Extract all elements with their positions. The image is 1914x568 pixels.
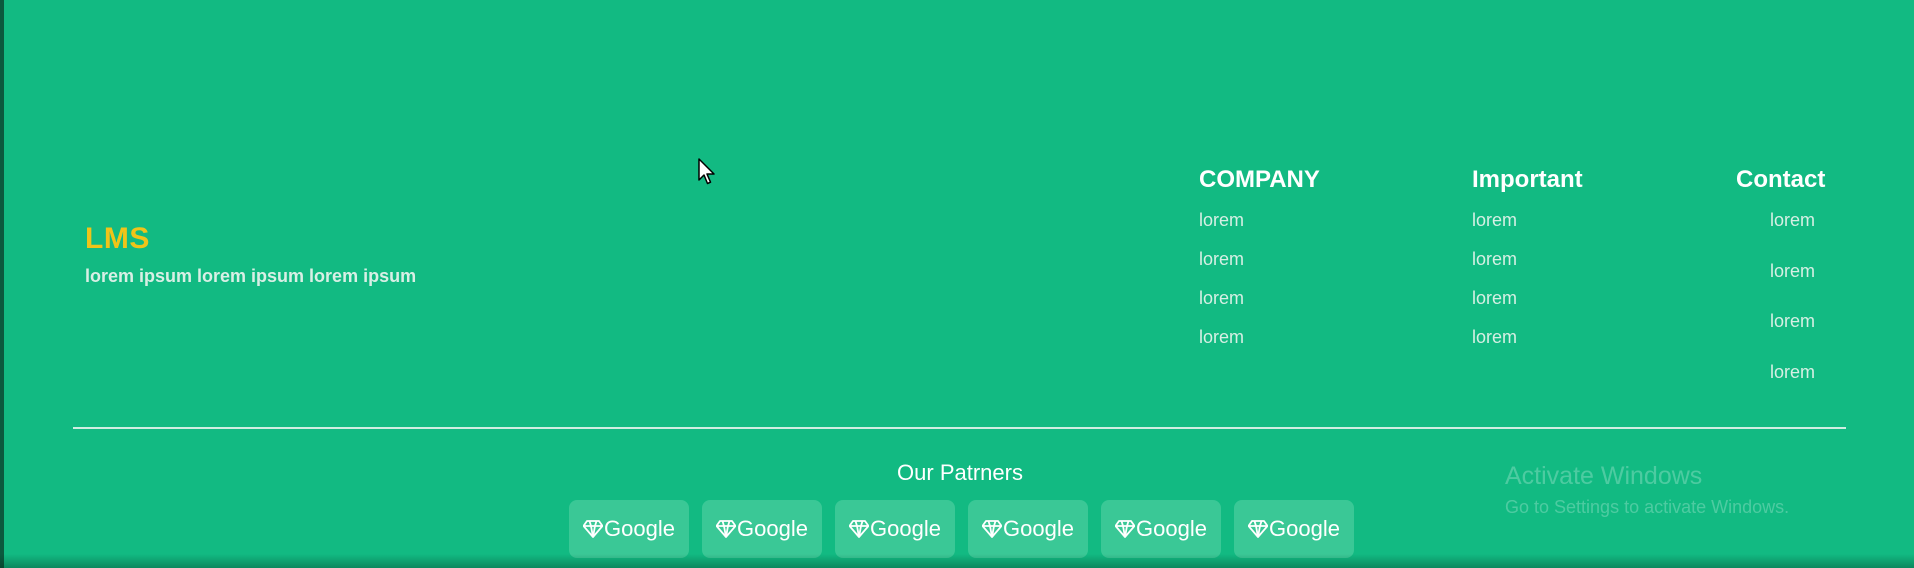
partner-button[interactable]: Google (835, 500, 955, 558)
footer: LMS lorem ipsum lorem ipsum lorem ipsum … (0, 0, 1914, 568)
brand-tagline: lorem ipsum lorem ipsum lorem ipsum (85, 266, 417, 286)
footer-divider (73, 427, 1846, 429)
activate-windows-watermark: Activate Windows Go to Settings to activ… (1505, 462, 1789, 518)
partner-label: Google (1136, 516, 1207, 541)
partner-label: Google (1003, 516, 1074, 541)
watermark-subtitle: Go to Settings to activate Windows. (1505, 497, 1790, 517)
brand-logo-text[interactable]: LMS (85, 222, 416, 256)
footer-link[interactable]: lorem (1736, 261, 1825, 312)
gem-icon (583, 520, 604, 538)
footer-link[interactable]: lorem (1472, 249, 1583, 288)
bottom-edge-shade (0, 554, 1914, 568)
footer-link[interactable]: lorem (1736, 311, 1825, 362)
gem-icon (849, 520, 870, 538)
partner-label: Google (1269, 516, 1340, 541)
column-heading: Contact (1736, 166, 1826, 193)
footer-link[interactable]: lorem (1199, 327, 1320, 366)
brand-block: LMS lorem ipsum lorem ipsum lorem ipsum (85, 222, 416, 287)
partners-list: Google Google Google Google Google Googl… (569, 500, 1354, 558)
footer-column-contact: Contact lorem lorem lorem lorem (1736, 166, 1825, 412)
footer-link[interactable]: lorem (1472, 210, 1583, 249)
footer-link[interactable]: lorem (1736, 362, 1825, 413)
gem-icon (716, 520, 737, 538)
mouse-cursor-icon (698, 158, 715, 185)
footer-link[interactable]: lorem (1199, 210, 1320, 249)
partner-label: Google (604, 516, 675, 541)
footer-link[interactable]: lorem (1199, 288, 1320, 327)
partner-label: Google (870, 516, 941, 541)
footer-column-important: Important lorem lorem lorem lorem (1472, 166, 1583, 366)
partner-label: Google (737, 516, 808, 541)
partner-button[interactable]: Google (569, 500, 689, 558)
footer-link[interactable]: lorem (1472, 327, 1583, 366)
watermark-title: Activate Windows (1505, 462, 1703, 490)
footer-link[interactable]: lorem (1472, 288, 1583, 327)
footer-column-company: COMPANY lorem lorem lorem lorem (1199, 166, 1320, 366)
footer-link[interactable]: lorem (1199, 249, 1320, 288)
partner-button[interactable]: Google (702, 500, 822, 558)
column-heading: COMPANY (1199, 166, 1320, 193)
footer-link[interactable]: lorem (1736, 210, 1825, 261)
gem-icon (1115, 520, 1136, 538)
partner-button[interactable]: Google (1101, 500, 1221, 558)
gem-icon (982, 520, 1003, 538)
partner-button[interactable]: Google (1234, 500, 1354, 558)
gem-icon (1248, 520, 1269, 538)
column-heading: Important (1472, 166, 1583, 193)
partner-button[interactable]: Google (968, 500, 1088, 558)
